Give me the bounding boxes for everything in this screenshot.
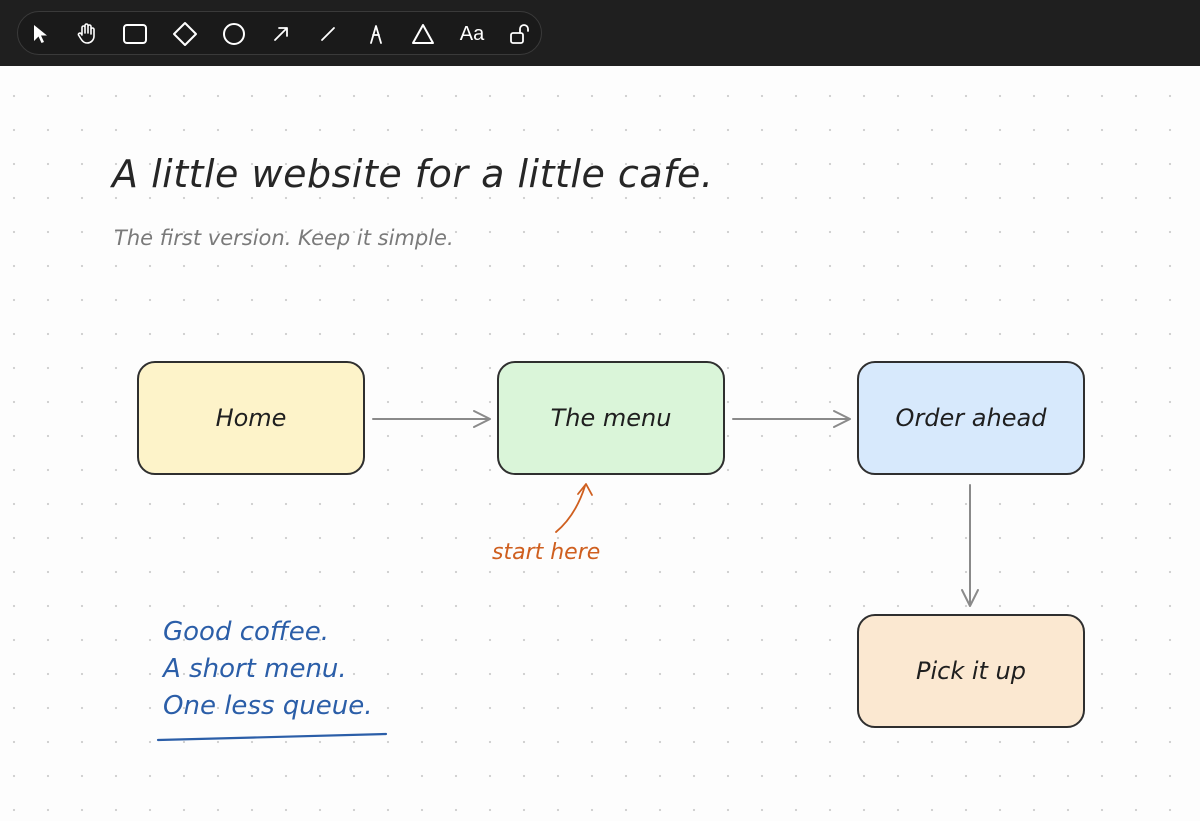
- node-order-label: Order ahead: [895, 404, 1047, 432]
- note-line: One less queue.: [163, 691, 373, 721]
- annotation-arrow[interactable]: [555, 483, 593, 533]
- node-menu[interactable]: The menu: [497, 361, 725, 475]
- node-pickup-label: Pick it up: [915, 657, 1026, 685]
- annotation-label[interactable]: start here: [492, 540, 600, 565]
- node-home[interactable]: Home: [137, 361, 365, 475]
- node-order[interactable]: Order ahead: [857, 361, 1085, 475]
- node-pickup[interactable]: Pick it up: [857, 614, 1085, 728]
- node-menu-label: The menu: [550, 404, 672, 432]
- notes-block[interactable]: Good coffee. A short menu. One less queu…: [163, 614, 373, 725]
- notes-underline[interactable]: [156, 732, 388, 742]
- connector-menu-to-order[interactable]: [732, 410, 851, 428]
- node-home-label: Home: [215, 404, 287, 432]
- note-line: Good coffee.: [163, 617, 329, 647]
- connector-order-to-pickup[interactable]: [961, 484, 979, 607]
- note-line: A short menu.: [163, 654, 347, 684]
- connector-home-to-menu[interactable]: [372, 410, 491, 428]
